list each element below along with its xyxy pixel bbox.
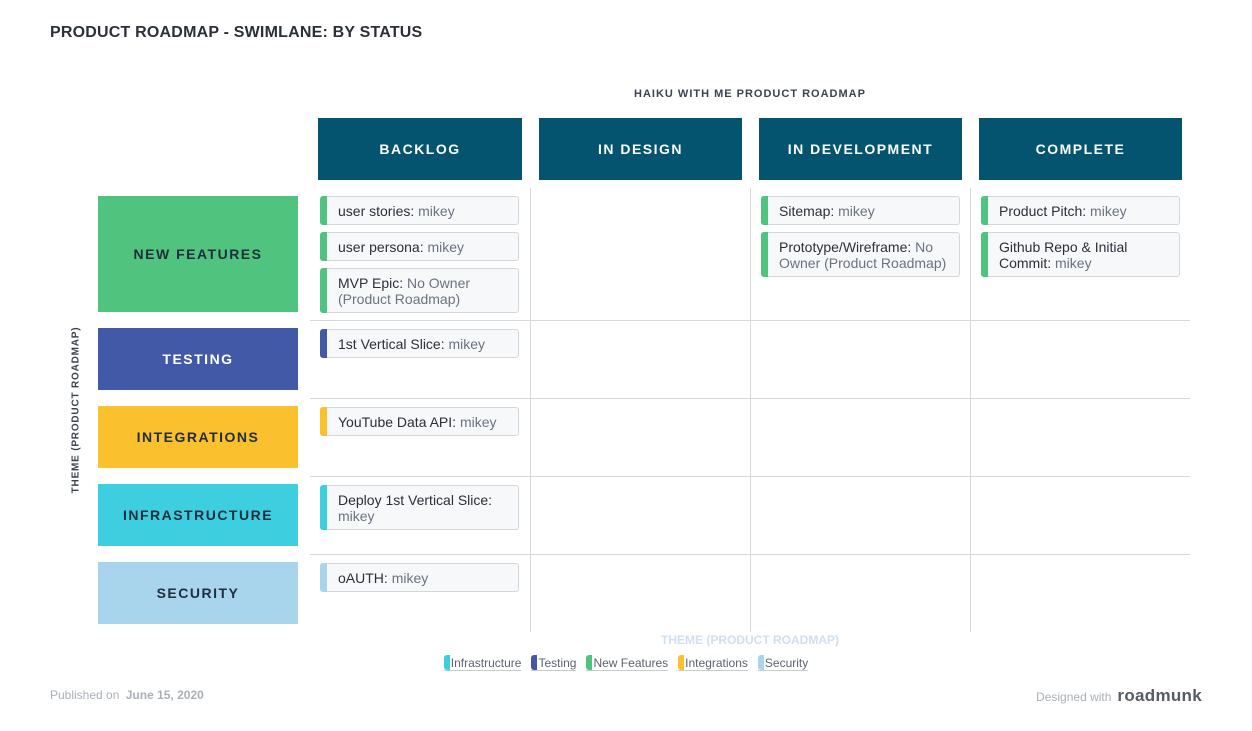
legend-item-integrations[interactable]: Integrations (678, 655, 748, 671)
card-owner: mikey (418, 203, 455, 219)
legend-label: Integrations (685, 655, 748, 670)
column-header-in-design: IN DESIGN (539, 118, 742, 180)
legend-item-security[interactable]: Security (757, 655, 809, 671)
card-user-stories[interactable]: user stories: mikey (320, 196, 519, 225)
theme-color-bar (761, 232, 768, 277)
card-title: user persona: (338, 239, 424, 255)
designed-with-label: Designed with (1036, 690, 1112, 704)
card-prototype-wireframe[interactable]: Prototype/Wireframe: No Owner (Product R… (761, 232, 960, 277)
card-mvp-epic[interactable]: MVP Epic: No Owner (Product Roadmap) (320, 268, 519, 313)
theme-color-bar (320, 329, 327, 358)
theme-color-bar (320, 268, 327, 313)
theme-color-bar (320, 407, 327, 436)
card-github-repo[interactable]: Github Repo & Initial Commit: mikey (981, 232, 1180, 277)
column-header-in-development: IN DEVELOPMENT (759, 118, 962, 180)
theme-color-bar (320, 196, 327, 225)
legend-label: Security (764, 655, 809, 670)
theme-color-bar (981, 196, 988, 225)
card-owner: mikey (338, 508, 375, 524)
legend-item-new-features[interactable]: New Features (586, 655, 669, 671)
card-title: user stories: (338, 203, 415, 219)
published-date: June 15, 2020 (125, 688, 204, 702)
card-title: Deploy 1st Vertical Slice: (338, 492, 493, 508)
card-owner: mikey (448, 336, 486, 352)
legend-label: Testing (538, 655, 577, 670)
row-divider (310, 320, 1190, 321)
card-product-pitch[interactable]: Product Pitch: mikey (981, 196, 1180, 225)
row-label-security: SECURITY (98, 562, 298, 624)
published-info: Published on June 15, 2020 (50, 688, 204, 702)
row-label-new-features: NEW FEATURES (98, 196, 298, 312)
legend-label: New Features (593, 655, 669, 670)
card-sitemap[interactable]: Sitemap: mikey (761, 196, 960, 225)
legend-item-testing[interactable]: Testing (531, 655, 577, 671)
card-owner: mikey (459, 414, 497, 430)
card-user-persona[interactable]: user persona: mikey (320, 232, 519, 261)
designed-with: Designed with roadmunk (1036, 686, 1202, 706)
column-divider (530, 188, 531, 632)
published-label: Published on (50, 688, 120, 702)
row-label-testing: TESTING (98, 328, 298, 390)
card-owner: mikey (1090, 203, 1127, 219)
y-axis-title: THEME (PRODUCT ROADMAP) (70, 326, 82, 494)
column-divider (970, 188, 971, 632)
column-divider (750, 188, 751, 632)
legend-title: THEME (PRODUCT ROADMAP) (661, 633, 839, 647)
card-title: Sitemap: (779, 203, 835, 219)
theme-color-bar (320, 563, 327, 592)
column-header-backlog: BACKLOG (318, 118, 522, 180)
legend: Infrastructure Testing New Features Inte… (0, 655, 1252, 671)
legend-item-infrastructure[interactable]: Infrastructure (443, 655, 522, 671)
card-owner: mikey (427, 239, 465, 255)
legend-swatch (586, 655, 593, 670)
card-title: YouTube Data API: (338, 414, 457, 430)
card-title: MVP Epic: (338, 275, 404, 291)
card-deploy-1st-vertical-slice[interactable]: Deploy 1st Vertical Slice: mikey (320, 485, 519, 530)
roadmap-title: HAIKU WITH ME PRODUCT ROADMAP (634, 88, 866, 100)
row-label-infrastructure: INFRASTRUCTURE (98, 484, 298, 546)
card-owner: mikey (838, 203, 875, 219)
card-title: oAUTH: (338, 570, 388, 586)
row-label-integrations: INTEGRATIONS (98, 406, 298, 468)
legend-swatch (443, 655, 450, 670)
legend-swatch (678, 655, 685, 670)
theme-color-bar (320, 485, 327, 530)
card-oauth[interactable]: oAUTH: mikey (320, 563, 519, 592)
legend-swatch (757, 655, 764, 670)
theme-color-bar (761, 196, 768, 225)
card-title: 1st Vertical Slice: (338, 336, 445, 352)
card-1st-vertical-slice[interactable]: 1st Vertical Slice: mikey (320, 329, 519, 358)
row-divider (310, 398, 1190, 399)
legend-swatch (531, 655, 538, 670)
roadmunk-logo[interactable]: roadmunk (1117, 686, 1202, 706)
card-owner: mikey (1055, 255, 1092, 271)
card-title: Prototype/Wireframe: (779, 239, 912, 255)
page-title: PRODUCT ROADMAP - SWIMLANE: BY STATUS (50, 24, 423, 41)
theme-color-bar (320, 232, 327, 261)
column-header-complete: COMPLETE (979, 118, 1182, 180)
card-owner: mikey (391, 570, 429, 586)
row-divider (310, 476, 1190, 477)
row-divider (310, 554, 1190, 555)
card-youtube-data-api[interactable]: YouTube Data API: mikey (320, 407, 519, 436)
theme-color-bar (981, 232, 988, 277)
legend-label: Infrastructure (450, 655, 522, 670)
card-title: Product Pitch: (999, 203, 1087, 219)
